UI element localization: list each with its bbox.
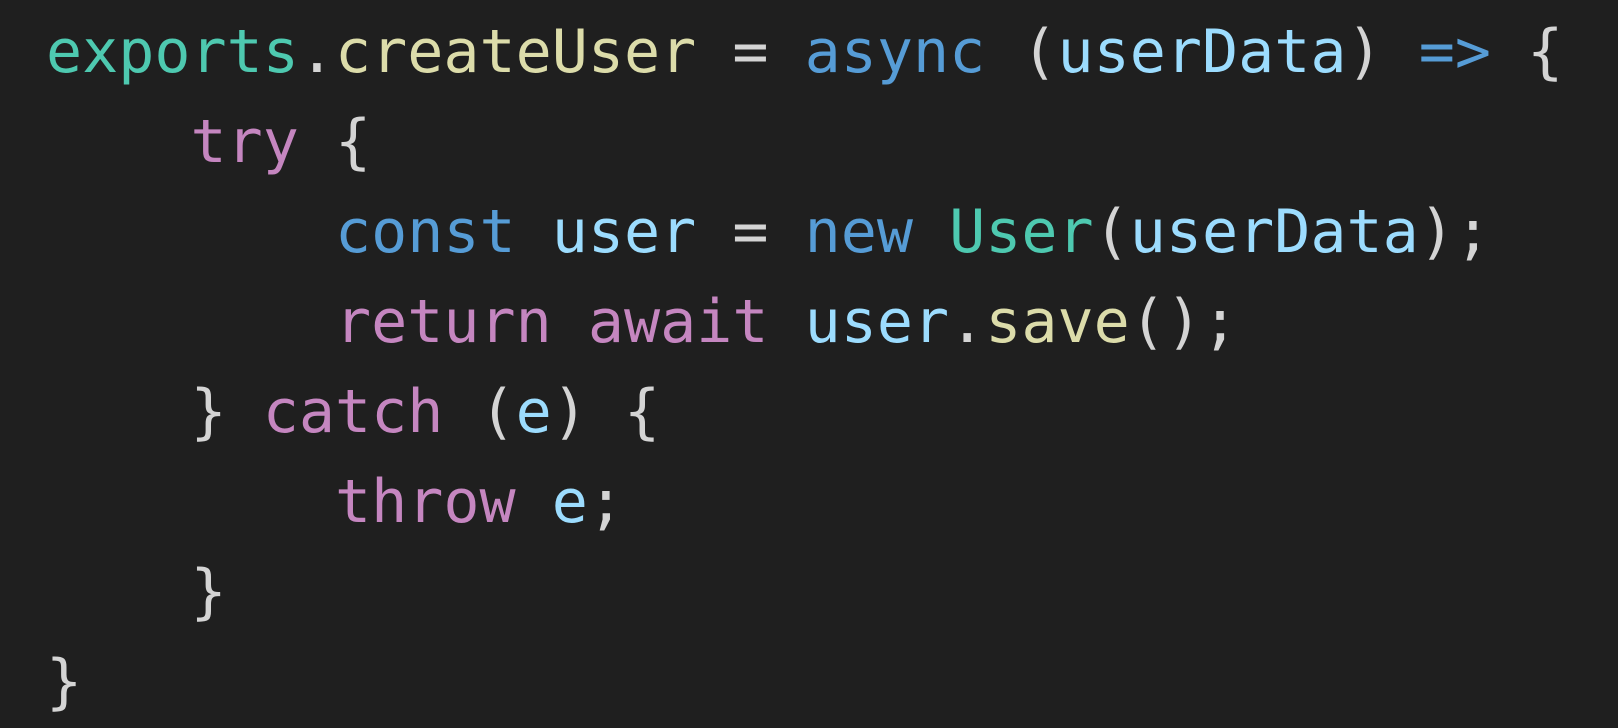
code-line[interactable]: return await user.save(); (46, 277, 1563, 367)
code-token: try (190, 107, 299, 177)
code-token: createUser (335, 17, 697, 87)
code-token: (); (1129, 287, 1239, 357)
code-token: userData (1057, 17, 1347, 87)
code-editor[interactable]: exports.createUser = async (userData) =>… (0, 0, 1618, 728)
code-line[interactable]: } (46, 547, 1563, 637)
code-token: ); (1418, 197, 1491, 267)
code-token: User (949, 197, 1094, 267)
code-token: ; (587, 467, 624, 537)
code-line[interactable]: exports.createUser = async (userData) =>… (46, 7, 1563, 97)
code-token: save (985, 287, 1130, 357)
code-token: userData (1129, 197, 1419, 267)
code-token: user (551, 197, 697, 267)
code-token: ( (985, 17, 1058, 87)
code-token: async (804, 17, 986, 87)
code-token: e (515, 377, 552, 447)
code-token: ) (1346, 17, 1419, 87)
code-token: exports (46, 17, 299, 87)
code-token: await (587, 287, 769, 357)
code-line[interactable]: try { (46, 97, 1563, 187)
code-token: . (949, 287, 986, 357)
code-token: ) { (551, 377, 661, 447)
code-token: e (551, 467, 588, 537)
code-token: user (804, 287, 950, 357)
code-token: ( (443, 377, 516, 447)
code-line[interactable]: throw e; (46, 457, 1563, 547)
code-token: const (334, 197, 516, 267)
code-token: = (696, 197, 805, 267)
code-token: new (804, 197, 913, 267)
code-token: throw (334, 467, 516, 537)
code-token: => (1418, 17, 1491, 87)
code-line[interactable]: const user = new User(userData); (46, 187, 1563, 277)
code-token: . (298, 17, 335, 87)
code-token: = (696, 17, 805, 87)
code-token: } (190, 557, 227, 627)
code-token: return (334, 287, 552, 357)
code-line[interactable]: } catch (e) { (46, 367, 1563, 457)
code-token: { (298, 107, 372, 177)
code-block[interactable]: exports.createUser = async (userData) =>… (46, 7, 1563, 727)
code-token: catch (262, 377, 444, 447)
code-token: } (190, 377, 227, 447)
code-token: { (1490, 17, 1564, 87)
code-token: } (46, 647, 83, 717)
code-token: ( (1093, 197, 1130, 267)
code-line[interactable]: } (46, 637, 1563, 727)
